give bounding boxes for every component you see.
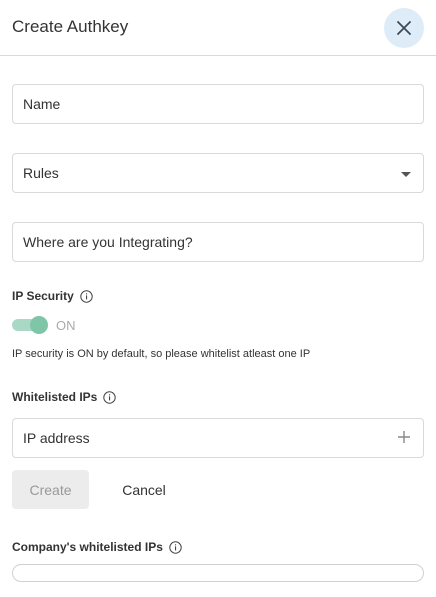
dialog-header: Create Authkey (0, 0, 436, 56)
info-icon[interactable] (169, 540, 182, 554)
close-button[interactable] (384, 8, 424, 48)
ip-security-heading: IP Security (12, 289, 93, 303)
company-whitelisted-heading: Company's whitelisted IPs (12, 540, 182, 554)
integration-input[interactable] (13, 223, 423, 261)
create-button[interactable]: Create (12, 470, 89, 509)
cancel-button[interactable]: Cancel (108, 470, 180, 509)
dialog-title: Create Authkey (12, 17, 129, 36)
name-input[interactable] (13, 85, 423, 123)
caret-down-icon (401, 172, 411, 177)
ip-security-toggle[interactable] (12, 316, 48, 334)
plus-icon[interactable] (397, 428, 411, 448)
company-whitelisted-label: Company's whitelisted IPs (12, 540, 163, 554)
name-field-container (12, 84, 424, 124)
company-whitelisted-list (12, 564, 424, 582)
ip-security-label: IP Security (12, 289, 74, 303)
whitelisted-ips-heading: Whitelisted IPs (12, 390, 117, 404)
rules-select[interactable]: Rules (12, 153, 424, 193)
ip-address-field-container (12, 418, 424, 458)
info-icon[interactable] (80, 289, 93, 303)
ip-security-note: IP security is ON by default, so please … (12, 348, 311, 360)
close-icon (397, 21, 411, 35)
whitelisted-ips-label: Whitelisted IPs (12, 390, 98, 404)
toggle-state-label: ON (56, 318, 76, 333)
rules-select-label: Rules (23, 165, 59, 181)
toggle-knob (30, 316, 48, 334)
info-icon[interactable] (103, 390, 117, 404)
ip-address-input[interactable] (13, 419, 423, 457)
integration-field-container (12, 222, 424, 262)
